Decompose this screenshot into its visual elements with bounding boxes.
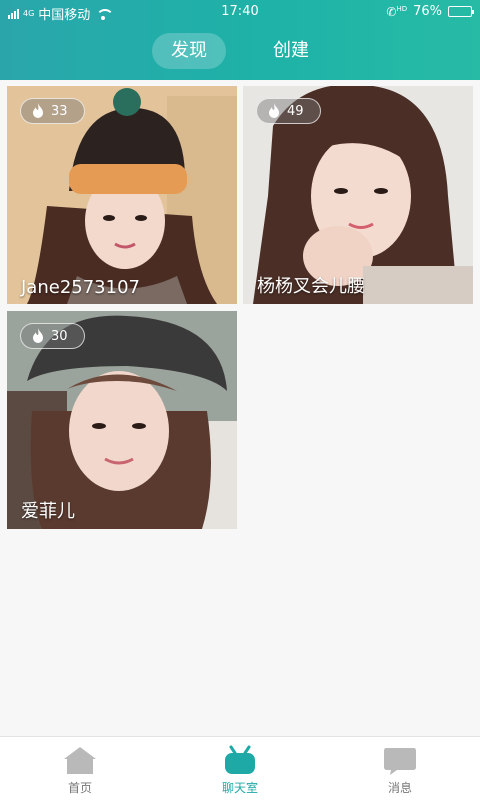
fire-icon bbox=[33, 103, 43, 118]
chatroom-icon bbox=[225, 745, 255, 774]
nav-messages[interactable]: 消息 bbox=[360, 745, 440, 796]
battery-icon bbox=[448, 6, 474, 17]
message-icon bbox=[384, 748, 416, 775]
fire-icon bbox=[33, 328, 43, 343]
room-card[interactable]: 49 杨杨叉会儿腰 bbox=[243, 86, 473, 304]
fire-icon bbox=[269, 103, 279, 118]
room-card[interactable]: 33 Jane2573107 bbox=[7, 86, 237, 304]
bottom-nav: 首页 聊天室 消息 bbox=[0, 736, 480, 800]
heat-count: 49 bbox=[287, 103, 304, 119]
status-right: ✆HD 76% bbox=[386, 4, 474, 19]
room-card[interactable]: 30 爱菲儿 bbox=[7, 311, 237, 529]
nav-messages-label: 消息 bbox=[387, 781, 412, 795]
status-bar: 4G 中国移动 17:40 ✆HD 76% bbox=[0, 0, 480, 24]
app-header: 4G 中国移动 17:40 ✆HD 76% 发现 创建 bbox=[0, 0, 480, 80]
nav-home[interactable]: 首页 bbox=[40, 745, 120, 796]
hd-call-icon: ✆HD bbox=[386, 4, 408, 19]
heat-count: 30 bbox=[51, 328, 68, 344]
heat-badge: 49 bbox=[256, 98, 321, 124]
top-tabs: 发现 创建 bbox=[0, 33, 480, 73]
nav-home-label: 首页 bbox=[67, 781, 92, 795]
room-name: 杨杨叉会儿腰 bbox=[257, 276, 365, 297]
nav-chatroom[interactable]: 聊天室 bbox=[200, 745, 280, 796]
room-name: Jane2573107 bbox=[21, 277, 140, 298]
heat-badge: 30 bbox=[20, 323, 85, 349]
home-icon bbox=[64, 747, 96, 774]
battery-percent: 76% bbox=[413, 4, 442, 19]
room-name: 爱菲儿 bbox=[21, 501, 75, 522]
heat-badge: 33 bbox=[20, 98, 85, 124]
nav-chatroom-label: 聊天室 bbox=[221, 781, 258, 795]
heat-count: 33 bbox=[51, 103, 68, 119]
tab-create[interactable]: 创建 bbox=[256, 33, 326, 69]
tab-discover[interactable]: 发现 bbox=[152, 33, 226, 69]
room-grid: 33 Jane2573107 49 杨杨叉会儿腰 30 爱菲儿 bbox=[0, 80, 480, 736]
